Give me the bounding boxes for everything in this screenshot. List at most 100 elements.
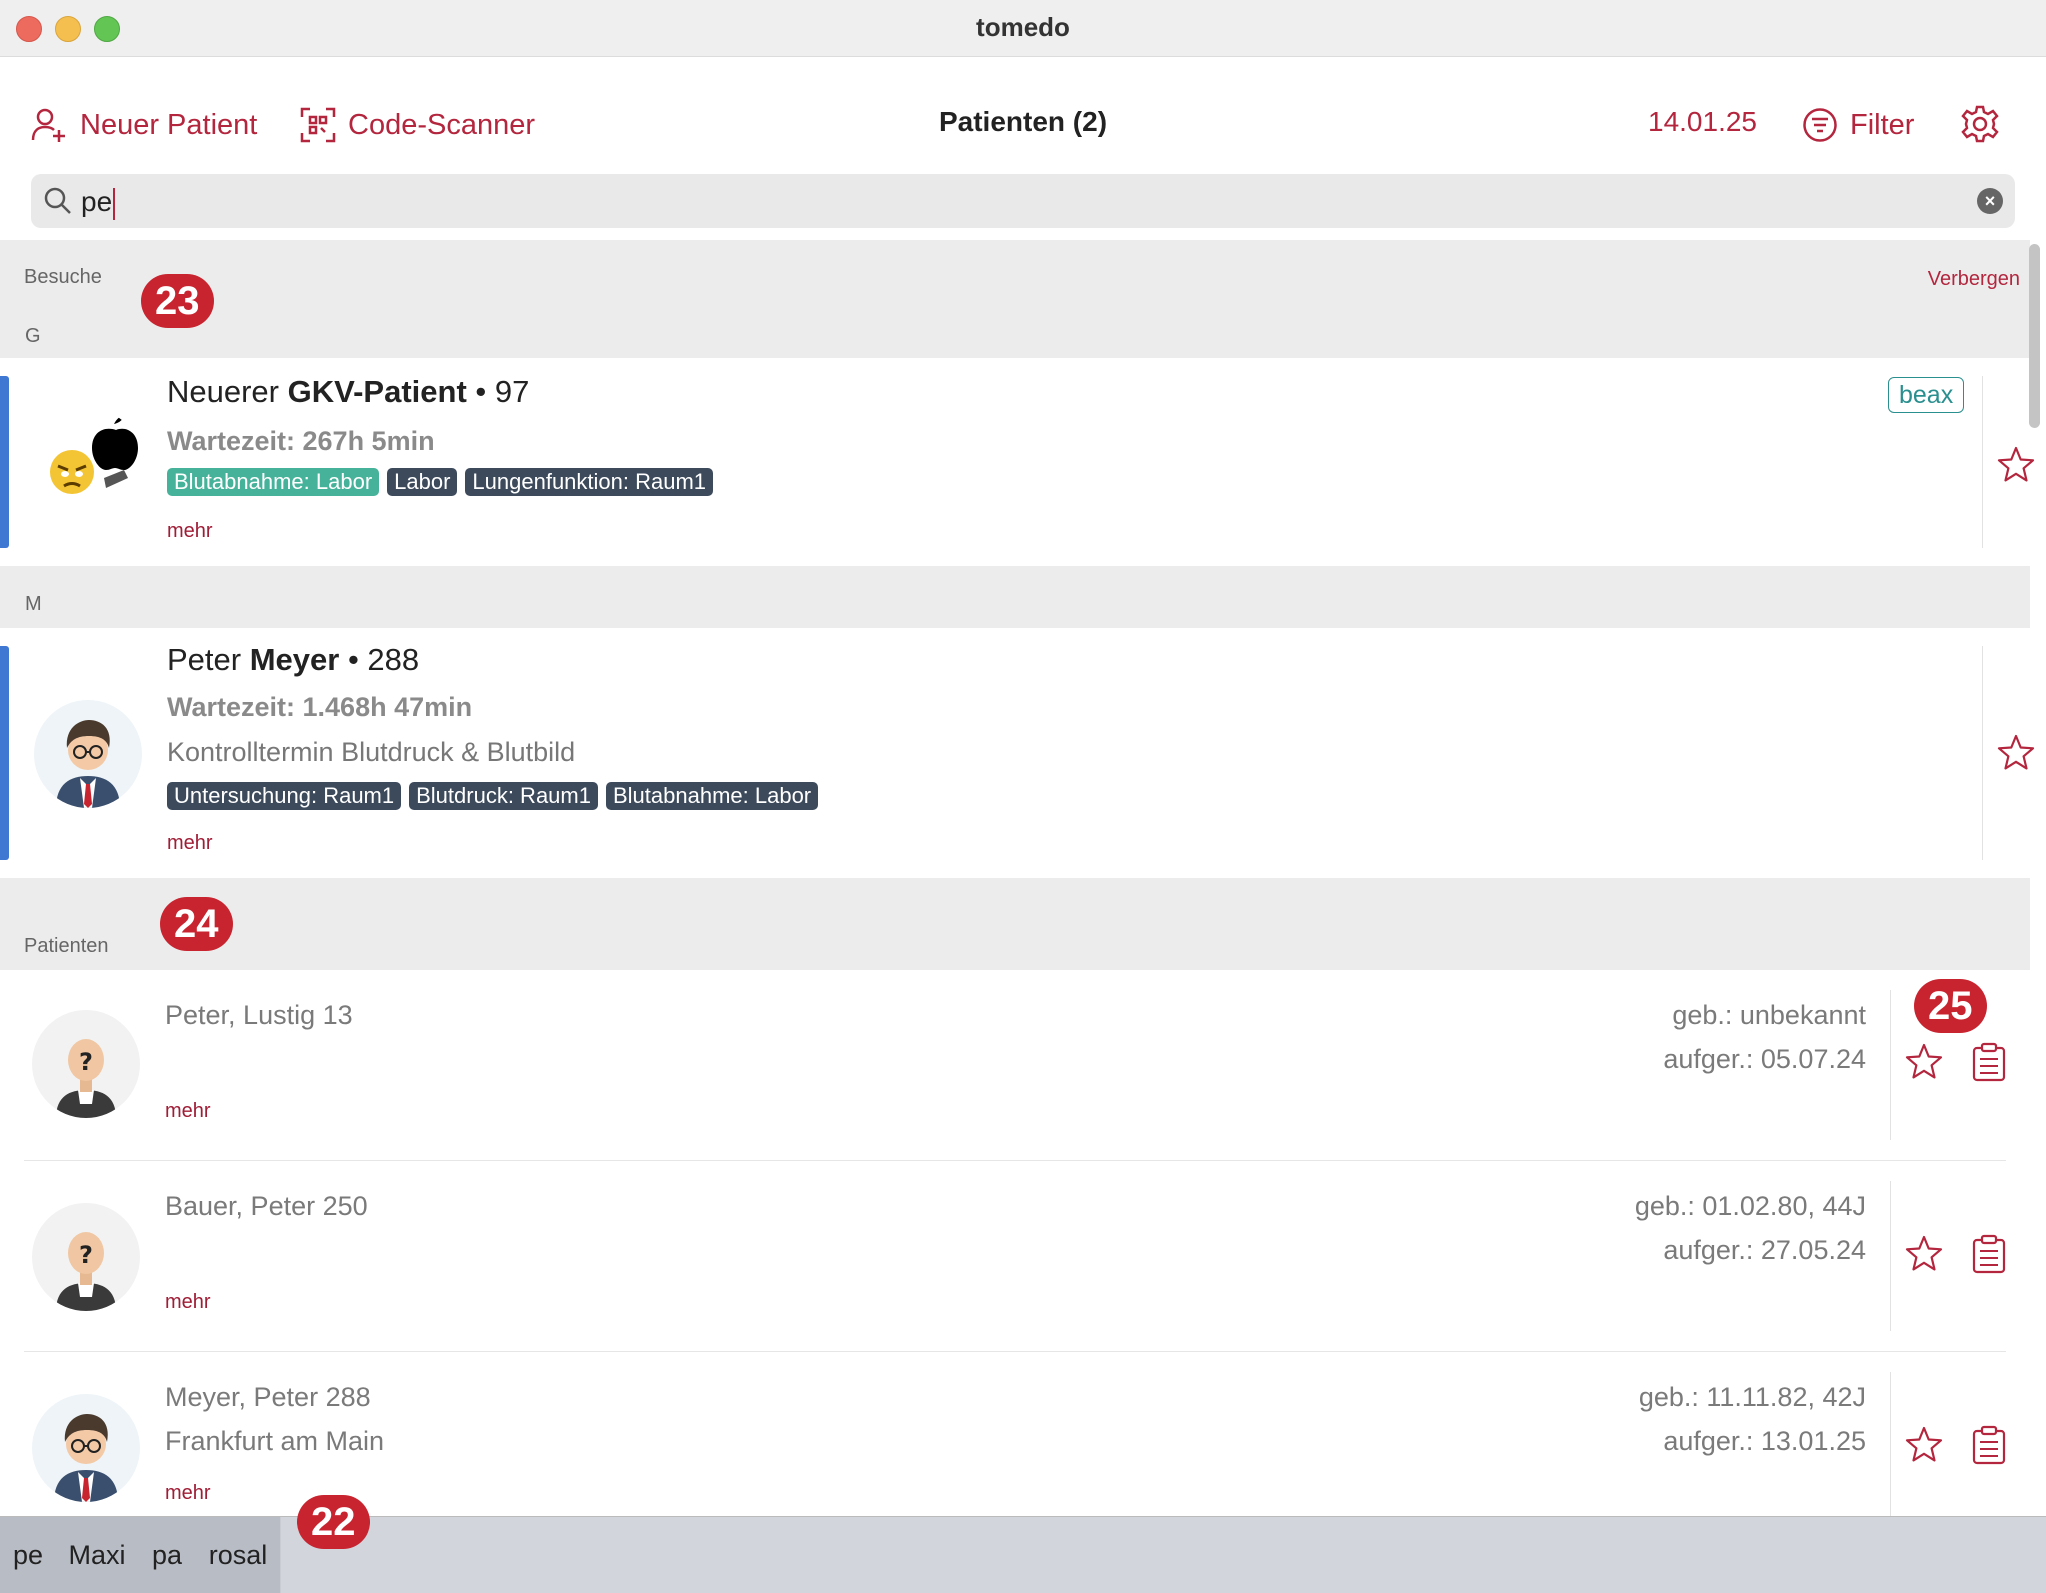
search-field[interactable]: pe ×	[31, 174, 2015, 228]
visit-tag: Blutabnahme: Labor	[167, 468, 380, 496]
code-scanner-label: Code-Scanner	[348, 108, 535, 141]
visit-tags: Untersuchung: Raum1 Blutdruck: Raum1 Blu…	[167, 782, 819, 810]
history-chip[interactable]: pe	[0, 1517, 57, 1593]
more-link[interactable]: mehr	[165, 1291, 211, 1314]
patient-row[interactable]: ? Peter, Lustig 13 mehr geb.: unbekannt …	[24, 970, 2006, 1161]
visit-wait-time: Wartezeit: 267h 5min	[167, 426, 435, 456]
star-icon[interactable]	[1904, 1425, 1944, 1465]
visit-wait-time: Wartezeit: 1.468h 47min	[167, 692, 473, 722]
star-icon[interactable]	[1904, 1042, 1944, 1082]
visit-row[interactable]: Neuerer GKV-Patient • 97 Wartezeit: 267h…	[0, 358, 2035, 566]
visit-tag: Untersuchung: Raum1	[167, 782, 402, 810]
filter-icon	[1803, 108, 1837, 142]
visit-first-name: Peter	[167, 642, 242, 677]
visit-tag: Blutabnahme: Labor	[605, 782, 819, 810]
hide-visits-link[interactable]: Verbergen	[1928, 268, 2020, 291]
settings-button[interactable]	[1960, 104, 2000, 149]
visit-last-name: GKV-Patient	[287, 374, 467, 409]
scrollbar-thumb[interactable]	[2029, 244, 2040, 428]
more-link[interactable]: mehr	[167, 832, 213, 855]
add-person-icon	[31, 108, 65, 142]
callout-badge: 23	[141, 274, 214, 328]
patient-called-date: aufger.: 13.01.25	[1663, 1426, 1866, 1456]
code-scanner-button[interactable]: Code-Scanner	[300, 100, 535, 150]
search-icon	[44, 187, 71, 214]
search-input[interactable]: pe	[81, 186, 116, 220]
row-divider	[1890, 1181, 1891, 1331]
gear-icon	[1961, 105, 1999, 143]
clipboard-icon[interactable]	[1972, 1042, 2006, 1082]
visit-last-name: Meyer	[249, 642, 340, 677]
patient-city: Frankfurt am Main	[165, 1426, 385, 1456]
search-text: pe	[81, 186, 113, 217]
patient-called-date: aufger.: 27.05.24	[1663, 1235, 1866, 1265]
male-doctor-avatar-icon	[54, 1414, 118, 1502]
title-bar: tomedo	[0, 0, 2046, 57]
row-divider	[1982, 646, 1983, 860]
emoji-avatar-icon	[50, 416, 138, 494]
visits-section-header	[0, 240, 2030, 358]
new-patient-button[interactable]: Neuer Patient	[30, 100, 257, 150]
patient-name: Bauer, Peter 250	[165, 1191, 368, 1221]
visit-tag: Blutdruck: Raum1	[409, 782, 598, 810]
history-chip[interactable]: rosal	[196, 1517, 281, 1593]
star-icon[interactable]	[1996, 445, 2036, 485]
more-link[interactable]: mehr	[165, 1100, 211, 1123]
new-patient-label: Neuer Patient	[80, 108, 258, 141]
visit-status-bar	[0, 646, 9, 860]
patient-called-date: aufger.: 05.07.24	[1663, 1044, 1866, 1074]
row-divider	[1890, 990, 1891, 1140]
patient-birth-date: geb.: 11.11.82, 42J	[1638, 1382, 1866, 1412]
visit-note: Kontrolltermin Blutdruck & Blutbild	[167, 737, 576, 767]
unknown-person-avatar-icon: ?	[56, 1232, 116, 1311]
more-link[interactable]: mehr	[167, 520, 213, 543]
patient-birth-date: geb.: 01.02.80, 44J	[1634, 1191, 1866, 1221]
patients-section-label: Patienten	[24, 935, 109, 957]
visit-tag: Lungenfunktion: Raum1	[465, 468, 714, 496]
text-caret	[113, 187, 116, 220]
visit-tags: Blutabnahme: Labor Labor Lungenfunktion:…	[167, 468, 714, 496]
callout-badge: 25	[1914, 979, 1987, 1033]
patients-section-header	[0, 878, 2030, 970]
visit-patient-number: • 97	[475, 374, 530, 409]
filter-button[interactable]: Filter	[1802, 100, 1914, 150]
beax-badge[interactable]: beax	[1888, 377, 1965, 413]
date-selector[interactable]: 14.01.25	[1648, 106, 1757, 138]
avatar: ?	[32, 1010, 140, 1118]
avatar	[32, 1394, 140, 1502]
callout-badge: 24	[160, 897, 233, 951]
callout-badge: 22	[297, 1495, 370, 1549]
avatar	[34, 408, 142, 516]
clipboard-icon[interactable]	[1972, 1234, 2006, 1274]
patient-name: Meyer, Peter 288	[165, 1382, 371, 1412]
avatar: ?	[32, 1203, 140, 1311]
patient-row[interactable]: ? Bauer, Peter 250 mehr geb.: 01.02.80, …	[24, 1161, 2006, 1352]
svg-text:?: ?	[79, 1048, 93, 1076]
patient-row[interactable]: Meyer, Peter 288 Frankfurt am Main mehr …	[24, 1352, 2006, 1516]
filter-label: Filter	[1850, 108, 1915, 141]
clear-search-button[interactable]: ×	[1977, 188, 2003, 214]
window-title: tomedo	[976, 12, 1070, 42]
star-icon[interactable]	[1904, 1234, 1944, 1274]
visit-row[interactable]: Peter Meyer • 288 Wartezeit: 1.468h 47mi…	[0, 628, 2035, 878]
unknown-person-avatar-icon: ?	[56, 1039, 116, 1118]
more-link[interactable]: mehr	[165, 1482, 211, 1505]
svg-text:?: ?	[79, 1241, 93, 1269]
history-chip[interactable]: pa	[138, 1517, 197, 1593]
visit-patient-name: Neuerer GKV-Patient • 97	[167, 374, 529, 410]
group-letter-g: G	[25, 325, 41, 347]
qr-code-scanner-icon	[300, 107, 336, 143]
visit-patient-number: • 288	[347, 642, 420, 677]
group-letter-m: M	[25, 593, 42, 615]
patient-birth-date: geb.: unbekannt	[1672, 1000, 1866, 1030]
history-chip[interactable]: Maxi	[56, 1517, 139, 1593]
row-divider	[1890, 1372, 1891, 1516]
visit-patient-name: Peter Meyer • 288	[167, 642, 419, 678]
clipboard-icon[interactable]	[1972, 1425, 2006, 1465]
star-icon[interactable]	[1996, 733, 2036, 773]
group-header	[0, 566, 2030, 628]
visit-status-bar	[0, 376, 9, 548]
male-doctor-avatar-icon	[56, 720, 120, 808]
visit-first-name: Neuerer	[167, 374, 279, 409]
visits-section-label: Besuche	[24, 266, 102, 288]
